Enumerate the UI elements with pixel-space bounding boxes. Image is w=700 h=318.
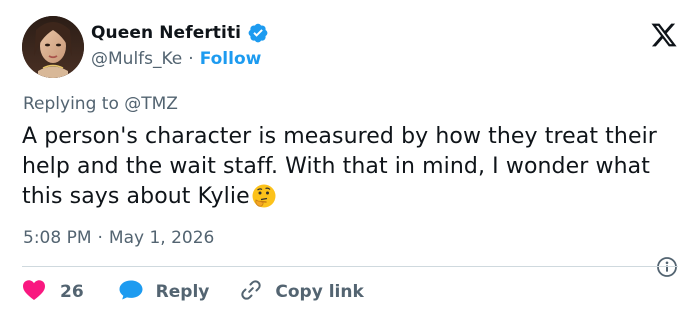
handle-row: @Mulfs_Ke · Follow	[91, 47, 269, 71]
timestamp-row: 5:08 PM · May 1, 2026	[23, 228, 214, 248]
reply-context: Replying to @TMZ	[23, 94, 178, 114]
action-bar: 26 Reply Copy link	[22, 278, 364, 306]
name-row: Queen Nefertiti	[91, 20, 269, 46]
timestamp-separator: ·	[97, 228, 103, 248]
reply-button[interactable]: Reply	[118, 279, 210, 306]
info-icon[interactable]	[656, 256, 678, 278]
display-name[interactable]: Queen Nefertiti	[91, 23, 241, 43]
tweet-text: A person's character is measured by how …	[22, 122, 672, 212]
thinking-face-emoji-icon	[251, 183, 277, 209]
verified-badge-icon	[247, 22, 269, 44]
like-count: 26	[60, 282, 84, 302]
speech-bubble-icon	[118, 279, 144, 306]
reply-prefix: Replying to	[23, 94, 119, 114]
author-header: Queen Nefertiti @Mulfs_Ke · Follow	[91, 20, 269, 71]
tweet-time[interactable]: 5:08 PM	[23, 228, 92, 248]
tweet-body: A person's character is measured by how …	[22, 124, 657, 209]
tweet-card: Queen Nefertiti @Mulfs_Ke · Follow Reply…	[0, 0, 700, 318]
link-icon	[239, 278, 263, 307]
like-button[interactable]: 26	[22, 279, 84, 306]
follow-button[interactable]: Follow	[200, 49, 262, 69]
reply-label: Reply	[155, 282, 210, 302]
handle[interactable]: @Mulfs_Ke	[91, 49, 182, 69]
copy-link-button[interactable]: Copy link	[239, 278, 364, 307]
avatar[interactable]	[22, 16, 84, 78]
divider	[22, 266, 678, 267]
heart-icon	[22, 279, 46, 306]
x-logo-icon[interactable]	[650, 21, 678, 49]
separator: ·	[188, 49, 194, 69]
copy-link-label: Copy link	[275, 282, 364, 302]
reply-mention[interactable]: @TMZ	[124, 94, 178, 114]
tweet-date[interactable]: May 1, 2026	[109, 228, 214, 248]
